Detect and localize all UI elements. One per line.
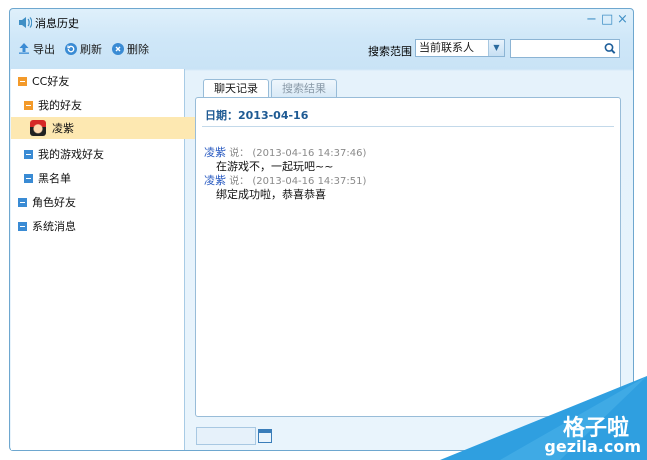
collapse-icon[interactable]: [18, 76, 27, 86]
tree-item-friend-lingzi[interactable]: 凌紫: [11, 117, 203, 139]
tree-label: 凌紫: [52, 122, 74, 135]
expand-icon[interactable]: [24, 173, 33, 183]
refresh-button[interactable]: 刷新: [65, 42, 102, 56]
toolbar: 导出 刷新 删除 搜索范围 当前联系人 ▼: [10, 35, 633, 65]
close-button[interactable]: ×: [617, 12, 628, 27]
tree-label: CC好友: [32, 75, 70, 88]
search-range-label: 搜索范围: [368, 45, 412, 58]
minimize-button[interactable]: −: [586, 12, 597, 27]
chat-date: 日期：2013-04-16: [205, 109, 309, 122]
divider: [202, 126, 614, 127]
avatar: [30, 120, 46, 136]
expand-icon[interactable]: [24, 149, 33, 159]
tree-label: 角色好友: [32, 196, 76, 209]
search-icon[interactable]: [601, 40, 619, 57]
maximize-button[interactable]: □: [601, 12, 613, 27]
tree-item-cc-friends[interactable]: CC好友: [11, 70, 191, 92]
delete-icon: [112, 43, 124, 55]
title-bar[interactable]: 消息历史 − □ ×: [10, 9, 633, 35]
watermark-text-en: gezila.com: [544, 437, 641, 456]
tab-chat-records[interactable]: 聊天记录: [203, 79, 269, 98]
history-tabs: 聊天记录 搜索结果: [203, 79, 337, 98]
tree-label: 我的好友: [38, 99, 82, 112]
refresh-label: 刷新: [80, 43, 102, 56]
calendar-icon[interactable]: [258, 429, 272, 443]
tree-item-role-friends[interactable]: 角色好友: [11, 191, 191, 213]
refresh-icon: [65, 43, 77, 55]
tree-label: 系统消息: [32, 220, 76, 233]
speaker-icon: [18, 16, 33, 29]
search-input[interactable]: [510, 39, 620, 58]
date-input[interactable]: [196, 427, 256, 445]
export-icon: [18, 42, 30, 57]
tree-item-system-messages[interactable]: 系统消息: [11, 215, 191, 237]
search-range-select[interactable]: 当前联系人 ▼: [415, 39, 505, 57]
search-range-value: 当前联系人: [419, 41, 474, 54]
tree-item-game-friends[interactable]: 我的游戏好友: [11, 143, 197, 165]
delete-button[interactable]: 删除: [112, 42, 149, 56]
tree-label: 黑名单: [38, 172, 71, 185]
tree-item-my-friends[interactable]: 我的好友: [11, 94, 197, 116]
dropdown-arrow-icon[interactable]: ▼: [488, 40, 504, 56]
expand-icon[interactable]: [18, 197, 27, 207]
delete-label: 删除: [127, 43, 149, 56]
expand-icon[interactable]: [18, 221, 27, 231]
message-text: 绑定成功啦，恭喜恭喜: [216, 188, 326, 201]
tree-item-blacklist[interactable]: 黑名单: [11, 167, 197, 189]
export-button[interactable]: 导出: [18, 42, 55, 56]
chat-record-panel[interactable]: 日期：2013-04-16 凌紫 说： (2013-04-16 14:37:46…: [195, 97, 621, 417]
window-title: 消息历史: [35, 17, 79, 30]
tab-search-results[interactable]: 搜索结果: [271, 79, 337, 97]
export-label: 导出: [33, 43, 55, 56]
tree-label: 我的游戏好友: [38, 148, 104, 161]
contact-tree: CC好友 我的好友 凌紫 我的游戏好友 黑名单 角色好友 系统消息: [11, 69, 203, 450]
collapse-icon[interactable]: [24, 100, 33, 110]
